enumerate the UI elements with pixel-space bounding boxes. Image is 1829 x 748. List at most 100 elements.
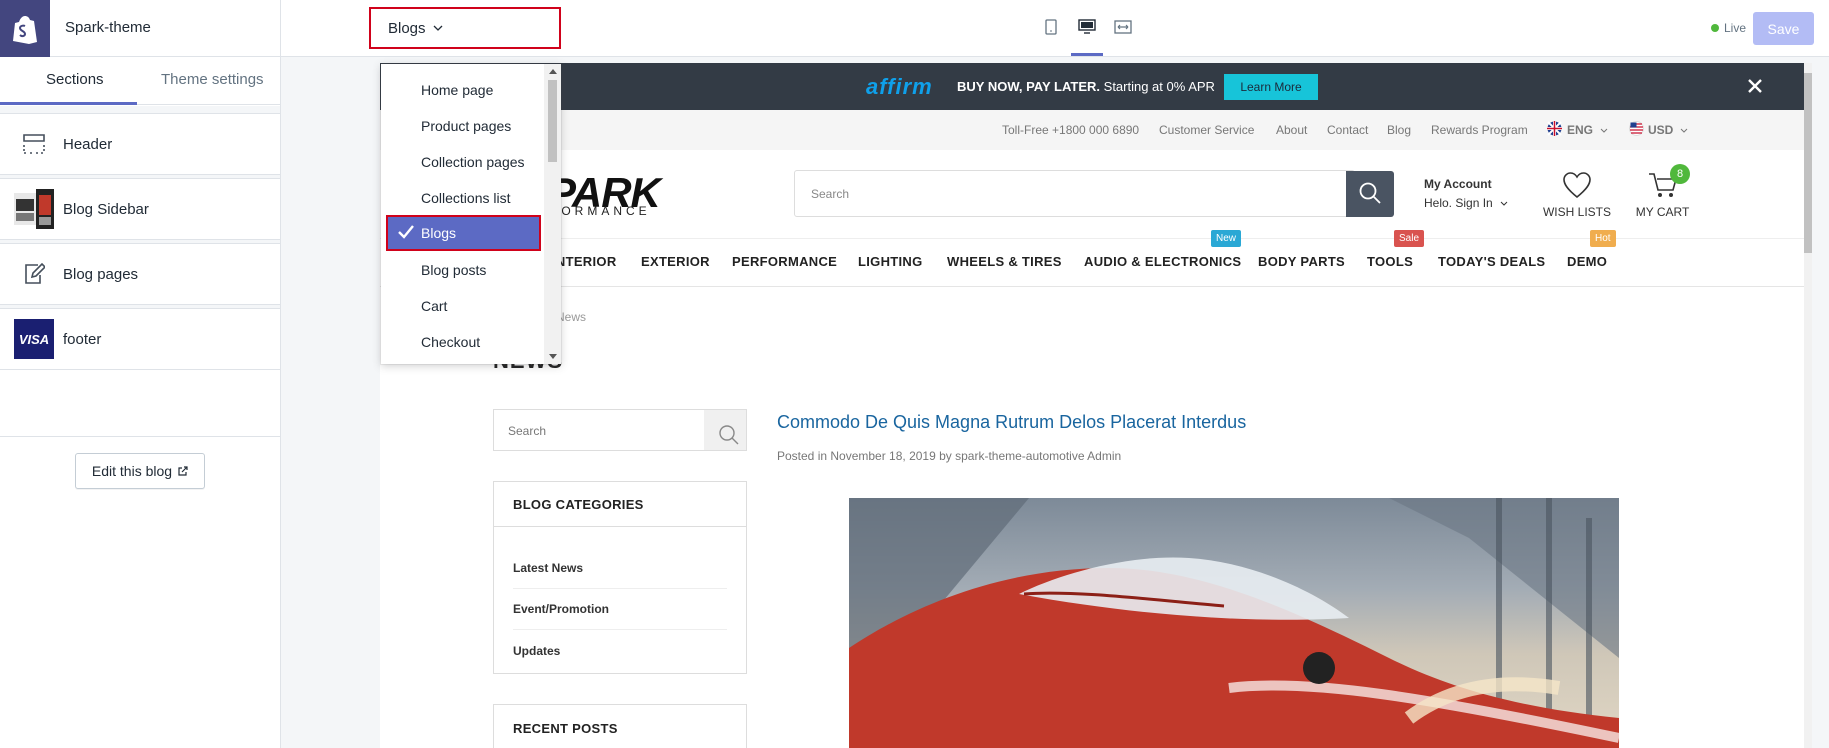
section-item-blog-sidebar[interactable]: Blog Sidebar [0,178,280,240]
dropdown-scrollbar[interactable] [544,64,561,364]
uk-flag-icon [1547,121,1562,139]
wishlist-label: WISH LISTS [1542,205,1611,219]
store-search-input[interactable]: Search [794,170,1355,217]
account-title[interactable]: My Account [1424,177,1492,191]
dropdown-option-checkout[interactable]: Checkout [381,324,541,360]
section-item-blog-pages[interactable]: Blog pages [0,243,280,305]
wishlist-link[interactable]: WISH LISTS [1539,171,1615,219]
divider [0,436,280,437]
tab-theme-settings[interactable]: Theme settings [161,71,264,88]
preview-scrollbar[interactable] [1804,63,1812,748]
nav-customer-service[interactable]: Customer Service [1159,123,1254,137]
store-preview: affirm BUY NOW, PAY LATER. Starting at 0… [380,63,1812,748]
dropdown-option-collection-pages[interactable]: Collection pages [381,144,541,180]
menu-demo[interactable]: DEMO [1567,254,1607,269]
blog-categories-widget: BLOG CATEGORIES Latest News Event/Promot… [493,481,747,674]
nav-rewards[interactable]: Rewards Program [1431,123,1528,137]
menu-lighting[interactable]: LIGHTING [858,254,923,269]
cart-count-badge: 8 [1670,164,1690,184]
dropdown-option-home-page[interactable]: Home page [381,72,541,108]
blog-sidebar-thumbnail [14,189,54,229]
mobile-view-button[interactable] [1036,14,1066,42]
menu-wheels-tires[interactable]: WHEELS & TIRES [947,254,1062,269]
scroll-up-arrow-icon[interactable] [549,69,557,74]
scrollbar-thumb[interactable] [1804,73,1812,253]
section-label: Blog pages [63,265,139,283]
sidebar-tabs: Sections Theme settings [0,57,280,105]
shopify-logo-icon[interactable] [0,0,50,57]
desktop-icon [1078,18,1096,38]
svg-text:VISA: VISA [19,332,49,347]
utility-nav: Toll-Free +1800 000 6890 Customer Servic… [380,110,1804,150]
visa-card-icon: VISA [14,319,54,359]
section-item-footer[interactable]: VISA footer [0,308,280,370]
mobile-icon [1045,18,1057,38]
post-featured-image[interactable] [849,498,1619,748]
blog-search-button[interactable] [704,410,746,450]
post-meta: Posted in November 18, 2019 by spark-the… [777,449,1122,463]
scroll-down-arrow-icon[interactable] [549,354,557,359]
section-item-header[interactable]: Header [0,113,280,175]
chevron-down-icon [1680,123,1688,137]
category-link[interactable]: Event/Promotion [513,589,727,630]
close-icon[interactable] [1743,74,1767,98]
section-label: Blog Sidebar [63,200,149,218]
save-button[interactable]: Save [1753,12,1814,45]
menu-audio-electronics[interactable]: AUDIO & ELECTRONICS [1084,254,1241,269]
menu-interior[interactable]: INTERIOR [552,254,617,269]
categories-title: BLOG CATEGORIES [513,497,644,512]
sign-in-label: Helo. Sign In [1424,196,1493,210]
menu-tools[interactable]: TOOLS [1367,254,1413,269]
hot-badge: Hot [1590,230,1616,247]
search-icon [718,424,740,449]
desktop-view-button[interactable] [1071,14,1103,56]
post-title-link[interactable]: Commodo De Quis Magna Rutrum Delos Place… [777,412,1246,433]
menu-performance[interactable]: PERFORMANCE [732,254,837,269]
menu-exterior[interactable]: EXTERIOR [641,254,710,269]
dropdown-scroll-thumb[interactable] [548,80,557,162]
edit-blog-label: Edit this blog [91,463,173,479]
page-type-select[interactable]: Blogs [369,7,561,49]
fullwidth-view-button[interactable] [1108,14,1138,42]
learn-more-button[interactable]: Learn More [1224,74,1318,100]
search-button[interactable] [1346,171,1394,217]
edit-blog-button[interactable]: Edit this blog [75,453,205,489]
promo-text: BUY NOW, PAY LATER. Starting at 0% APR [957,79,1215,94]
nav-contact[interactable]: Contact [1327,123,1368,137]
chevron-down-icon [1600,123,1608,137]
new-badge: New [1211,230,1242,247]
nav-blog[interactable]: Blog [1387,123,1411,137]
cart-label: MY CART [1635,205,1690,219]
dropdown-option-cart[interactable]: Cart [381,288,541,324]
menu-body-parts[interactable]: BODY PARTS [1258,254,1345,269]
phone-text: Toll-Free +1800 000 6890 [1002,123,1140,137]
nav-about[interactable]: About [1276,123,1307,137]
store-logo-sub: FORMANCE [550,204,651,218]
dropdown-option-product-pages[interactable]: Product pages [381,108,541,144]
sale-badge: Sale [1394,230,1425,247]
dropdown-option-collections-list[interactable]: Collections list [381,180,541,216]
category-link[interactable]: Updates [513,630,727,671]
dropdown-option-blog-posts[interactable]: Blog posts [381,252,541,288]
header-layout-icon [14,124,54,164]
live-dot-icon [1711,24,1719,32]
page-type-dropdown: Home page Product pages Collection pages… [381,64,561,364]
us-flag-icon [1629,121,1644,139]
search-placeholder: Search [811,187,850,201]
dropdown-option-blogs[interactable]: Blogs [386,215,541,251]
blog-search-placeholder: Search [508,424,547,438]
edit-page-icon [14,254,54,294]
promo-bar: affirm BUY NOW, PAY LATER. Starting at 0… [380,63,1804,110]
menu-todays-deals[interactable]: TODAY'S DEALS [1438,254,1545,269]
tab-sections[interactable]: Sections [46,71,104,88]
live-status: Live [1711,21,1746,35]
cart-icon [1648,173,1678,202]
blog-search-input[interactable]: Search [493,409,747,451]
category-link[interactable]: Latest News [513,548,727,589]
live-label: Live [1724,21,1747,35]
sign-in-link[interactable]: Helo. Sign In [1424,196,1508,210]
device-switcher [1036,14,1138,56]
language-select[interactable]: ENG [1567,123,1593,137]
currency-select[interactable]: USD [1648,123,1673,137]
fullwidth-icon [1114,19,1132,38]
